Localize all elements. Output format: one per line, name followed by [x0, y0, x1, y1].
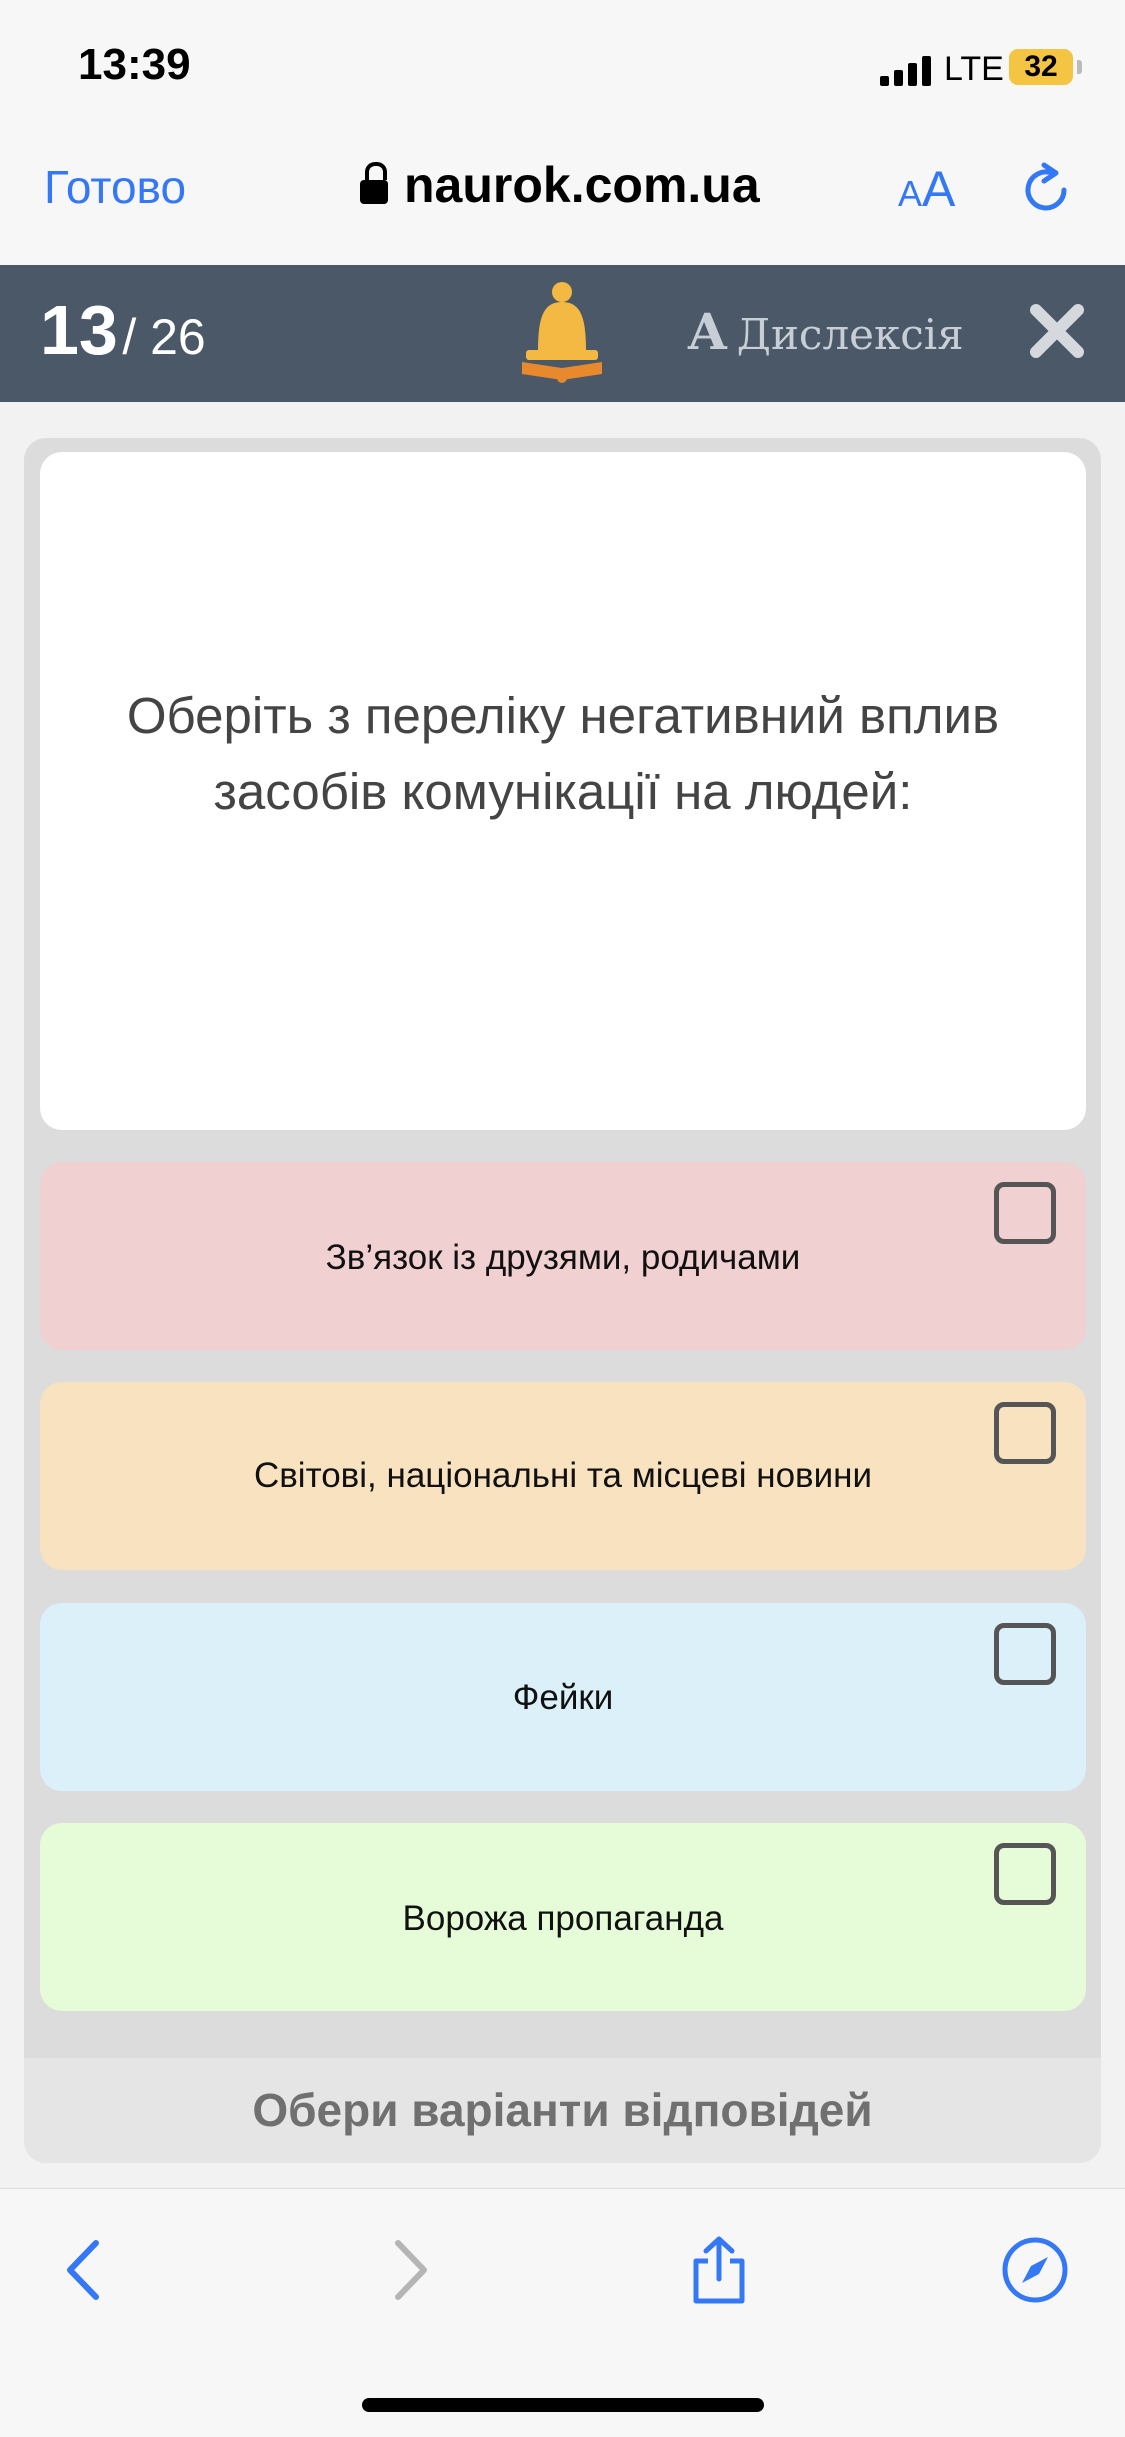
answer-checkbox[interactable]: [994, 1843, 1056, 1905]
answer-option[interactable]: Світові, національні та місцеві новини: [40, 1382, 1086, 1570]
status-time: 13:39: [78, 40, 191, 89]
answer-checkbox[interactable]: [994, 1623, 1056, 1685]
url-text: naurok.com.ua: [404, 157, 760, 213]
total-questions: / 26: [122, 309, 206, 365]
question-counter: 13 / 26: [40, 290, 206, 370]
answer-option-label: Зв’язок із друзями, родичами: [325, 1238, 801, 1277]
network-type: LTE: [944, 50, 1004, 88]
close-icon[interactable]: [1028, 302, 1086, 360]
text-size-small: A: [898, 173, 923, 214]
question-line-1: Оберіть з переліку негативний вплив: [126, 687, 1000, 744]
answer-checkbox[interactable]: [994, 1182, 1056, 1244]
text-size-button[interactable]: AA: [898, 160, 955, 218]
answer-checkbox[interactable]: [994, 1402, 1056, 1464]
question-line-2: засобів комунікації на людей:: [213, 763, 913, 820]
compass-icon[interactable]: [1000, 2235, 1070, 2305]
battery-icon: 32: [1009, 49, 1073, 85]
reload-icon[interactable]: [1016, 160, 1076, 220]
back-icon[interactable]: [52, 2235, 122, 2305]
done-button[interactable]: Готово: [44, 160, 186, 214]
dyslexia-a: A: [688, 302, 727, 361]
question-text: Оберіть з переліку негативний вплив засо…: [40, 678, 1086, 830]
home-indicator: [362, 2398, 764, 2412]
current-question: 13: [40, 291, 118, 369]
dyslexia-label: Дислексія: [736, 310, 964, 359]
answer-option-label: Фейки: [512, 1678, 614, 1717]
answer-option-label: Ворожа пропаганда: [402, 1899, 724, 1938]
lock-icon: [360, 162, 388, 206]
dyslexia-toggle[interactable]: A Дислексія: [688, 302, 964, 361]
forward-icon[interactable]: [372, 2235, 442, 2305]
answer-option[interactable]: Зв’язок із друзями, родичами: [40, 1162, 1086, 1350]
address-bar[interactable]: naurok.com.ua: [360, 155, 760, 215]
answer-option[interactable]: Фейки: [40, 1603, 1086, 1791]
text-size-big: A: [922, 161, 956, 217]
battery-nub: [1077, 60, 1082, 74]
signal-icon: [880, 54, 940, 86]
answer-option-label: Світові, національні та місцеві новини: [253, 1456, 873, 1495]
submit-button[interactable]: Обери варіанти відповідей: [24, 2058, 1101, 2163]
answer-option[interactable]: Ворожа пропаганда: [40, 1823, 1086, 2011]
share-icon[interactable]: [684, 2235, 754, 2305]
bell-icon[interactable]: [518, 280, 606, 384]
